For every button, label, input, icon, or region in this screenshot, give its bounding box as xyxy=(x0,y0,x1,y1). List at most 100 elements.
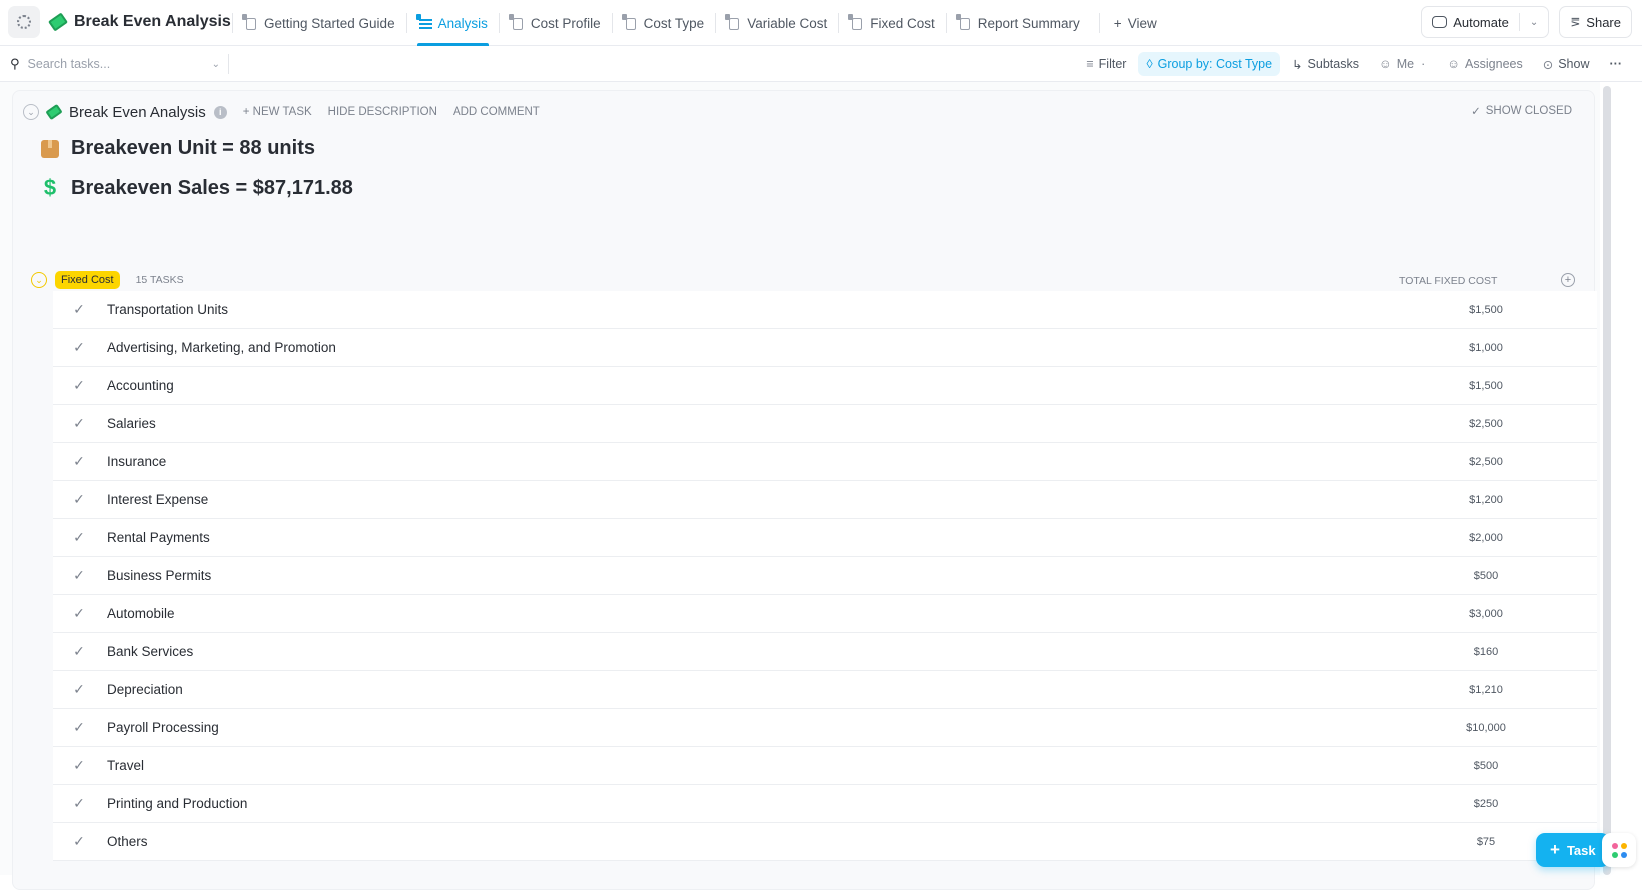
task-name[interactable]: Payroll Processing xyxy=(107,720,219,735)
task-row[interactable]: ✓ Business Permits $500 xyxy=(53,557,1597,595)
column-header-total-fixed-cost[interactable]: TOTAL FIXED COST xyxy=(1399,275,1497,287)
task-name[interactable]: Printing and Production xyxy=(107,796,247,811)
task-count: 15 TASKS xyxy=(135,274,184,286)
task-name[interactable]: Accounting xyxy=(107,378,174,393)
total-fixed-cost-value: $250 xyxy=(1473,797,1499,810)
plus-icon: + xyxy=(1113,15,1122,31)
task-row[interactable]: ✓ Automobile $3,000 xyxy=(53,595,1597,633)
check-icon[interactable]: ✓ xyxy=(59,453,99,470)
task-row[interactable]: ✓ Salaries $2,500 xyxy=(53,405,1597,443)
automate-button[interactable]: Automate ⌄ xyxy=(1421,6,1550,38)
share-icon: ⪚ xyxy=(1570,15,1581,29)
eye-icon: ⊙ xyxy=(1542,57,1554,72)
check-icon[interactable]: ✓ xyxy=(59,757,99,774)
layers-icon: ◊ xyxy=(1146,57,1153,71)
check-icon[interactable]: ✓ xyxy=(59,681,99,698)
share-button[interactable]: ⪚ Share xyxy=(1559,6,1632,38)
task-row[interactable]: ✓ Others $75 xyxy=(53,823,1597,861)
tab-cost-type[interactable]: Cost Type xyxy=(613,0,716,46)
task-row[interactable]: ✓ Transportation Units $1,500 xyxy=(53,291,1597,329)
collapse-group-icon[interactable]: ⌄ xyxy=(31,272,47,288)
task-name[interactable]: Advertising, Marketing, and Promotion xyxy=(107,340,336,355)
task-row[interactable]: ✓ Travel $500 xyxy=(53,747,1597,785)
show-button[interactable]: ⊙ Show xyxy=(1535,52,1598,77)
space-icon[interactable] xyxy=(8,6,40,38)
check-icon[interactable]: ✓ xyxy=(59,377,99,394)
group-by-button[interactable]: ◊ Group by: Cost Type xyxy=(1138,52,1281,76)
subtasks-button[interactable]: ↳ Subtasks xyxy=(1284,52,1367,77)
collapse-icon[interactable]: ⌄ xyxy=(23,104,39,120)
assignees-button[interactable]: ☺ Assignees xyxy=(1439,52,1530,76)
tab-analysis[interactable]: Analysis xyxy=(407,0,499,46)
add-view-button[interactable]: + View xyxy=(1100,16,1171,31)
task-row[interactable]: ✓ Rental Payments $2,000 xyxy=(53,519,1597,557)
tab-fixed-cost[interactable]: Fixed Cost xyxy=(839,0,946,46)
task-name[interactable]: Depreciation xyxy=(107,682,183,697)
check-icon[interactable]: ✓ xyxy=(59,491,99,508)
scrollbar[interactable] xyxy=(1603,86,1611,875)
show-closed-button[interactable]: ✓ SHOW CLOSED xyxy=(1471,104,1572,118)
task-row[interactable]: ✓ Bank Services $160 xyxy=(53,633,1597,671)
task-name[interactable]: Others xyxy=(107,834,148,849)
check-icon[interactable]: ✓ xyxy=(59,415,99,432)
check-icon[interactable]: ✓ xyxy=(59,719,99,736)
check-icon[interactable]: ✓ xyxy=(59,567,99,584)
money-emoji-icon xyxy=(48,12,68,32)
chevron-down-icon[interactable]: ⌄ xyxy=(212,59,220,70)
task-name[interactable]: Bank Services xyxy=(107,644,193,659)
task-row[interactable]: ✓ Depreciation $1,210 xyxy=(53,671,1597,709)
filter-button[interactable]: ≡ Filter xyxy=(1078,52,1134,76)
task-name[interactable]: Rental Payments xyxy=(107,530,210,545)
hide-description-link[interactable]: HIDE DESCRIPTION xyxy=(328,106,437,118)
task-name[interactable]: Travel xyxy=(107,758,144,773)
task-name[interactable]: Transportation Units xyxy=(107,302,228,317)
search-input[interactable]: ⚲ Search tasks... ⌄ xyxy=(10,46,220,82)
task-name[interactable]: Interest Expense xyxy=(107,492,208,507)
breakeven-sales-line: $ Breakeven Sales = $87,171.88 xyxy=(41,175,353,201)
total-fixed-cost-value: $1,000 xyxy=(1469,341,1503,354)
total-fixed-cost-value: $500 xyxy=(1473,759,1499,772)
tab-cost-profile[interactable]: Cost Profile xyxy=(500,0,612,46)
tab-report-summary[interactable]: Report Summary xyxy=(947,0,1091,46)
check-icon: ✓ xyxy=(1471,106,1481,118)
check-icon[interactable]: ✓ xyxy=(59,605,99,622)
tab-variable-cost[interactable]: Variable Cost xyxy=(716,0,838,46)
task-row[interactable]: ✓ Printing and Production $250 xyxy=(53,785,1597,823)
table-icon xyxy=(725,14,741,31)
check-icon[interactable]: ✓ xyxy=(59,795,99,812)
check-icon[interactable]: ✓ xyxy=(59,339,99,356)
task-name[interactable]: Automobile xyxy=(107,606,175,621)
task-name[interactable]: Business Permits xyxy=(107,568,211,583)
ellipsis-icon: ··· xyxy=(1609,57,1623,71)
apps-button[interactable] xyxy=(1602,833,1636,867)
group-badge[interactable]: Fixed Cost xyxy=(55,271,120,289)
list-content: ⌄ Break Even Analysis i + NEW TASK HIDE … xyxy=(0,82,1600,890)
add-column-icon[interactable]: + xyxy=(1561,273,1575,287)
check-icon[interactable]: ✓ xyxy=(59,301,99,318)
total-fixed-cost-value: $500 xyxy=(1473,569,1499,582)
task-row[interactable]: ✓ Advertising, Marketing, and Promotion $1… xyxy=(53,329,1597,367)
view-tabs: Getting Started Guide Analysis Cost Prof… xyxy=(232,0,1171,46)
list-title[interactable]: Break Even Analysis xyxy=(48,0,231,44)
task-row[interactable]: ✓ Accounting $1,500 xyxy=(53,367,1597,405)
check-icon[interactable]: ✓ xyxy=(59,643,99,660)
check-icon[interactable]: ✓ xyxy=(59,529,99,546)
task-row[interactable]: ✓ Insurance $2,500 xyxy=(53,443,1597,481)
task-row[interactable]: ✓ Payroll Processing $10,000 xyxy=(53,709,1597,747)
chevron-down-icon[interactable]: ⌄ xyxy=(1530,17,1538,28)
info-icon[interactable]: i xyxy=(213,105,227,119)
add-comment-link[interactable]: ADD COMMENT xyxy=(453,106,540,118)
total-fixed-cost-value: $10,000 xyxy=(1466,721,1506,734)
check-icon[interactable]: ✓ xyxy=(59,833,99,850)
task-row[interactable]: ✓ Interest Expense $1,200 xyxy=(53,481,1597,519)
more-options-button[interactable]: ··· xyxy=(1602,52,1631,76)
task-name[interactable]: Salaries xyxy=(107,416,156,431)
task-name[interactable]: Insurance xyxy=(107,454,166,469)
robot-icon xyxy=(1432,16,1448,28)
total-fixed-cost-value: $1,500 xyxy=(1469,379,1503,392)
add-task-button[interactable]: + Task xyxy=(1536,833,1610,867)
package-emoji-icon xyxy=(41,139,59,158)
new-task-link[interactable]: + NEW TASK xyxy=(243,106,312,118)
tab-getting-started-guide[interactable]: Getting Started Guide xyxy=(233,0,406,46)
me-filter-button[interactable]: ☺ Me · xyxy=(1371,52,1435,76)
